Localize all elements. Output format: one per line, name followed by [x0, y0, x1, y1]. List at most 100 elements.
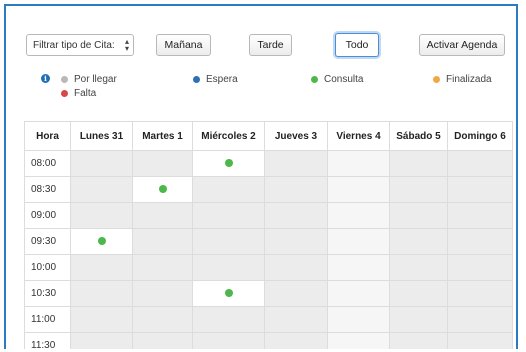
time-cell: 10:00 [24, 254, 71, 281]
calendar-slot[interactable] [327, 202, 390, 229]
select-arrows-icon: ▴ ▾ [124, 37, 129, 53]
appointment-slot[interactable] [70, 228, 133, 255]
calendar-slot[interactable] [264, 202, 328, 229]
weekly-calendar: Hora Lunes 31 Martes 1 Miércoles 2 Jueves 3V… [24, 121, 513, 349]
agenda-panel: Filtrar tipo de Cita: ▴ ▾ Mañana Tarde To… [4, 4, 518, 349]
day-column-header[interactable]: Sábado 5 [389, 121, 448, 151]
calendar-slot[interactable] [192, 306, 265, 333]
calendar-slot[interactable] [192, 202, 265, 229]
calendar-slot[interactable] [70, 254, 133, 281]
calendar-slot[interactable] [264, 150, 328, 177]
calendar-slot[interactable] [70, 202, 133, 229]
calendar-header-row: Hora Lunes 31 Martes 1 Miércoles 2 Jueves 3V… [24, 121, 513, 151]
calendar-slot[interactable] [327, 176, 390, 203]
legend-finalizada: Finalizada [433, 74, 492, 85]
calendar-slot[interactable] [389, 332, 448, 349]
calendar-slot[interactable] [389, 202, 448, 229]
calendar-slot[interactable] [70, 306, 133, 333]
calendar-slot[interactable] [447, 176, 513, 203]
calendar-slot[interactable] [192, 332, 265, 349]
all-button[interactable]: Todo [335, 33, 379, 57]
hour-column-header: Hora [24, 121, 71, 151]
time-row: 10:00 [24, 254, 513, 281]
morning-button[interactable]: Mañana [156, 34, 211, 56]
appointment-slot[interactable] [192, 280, 265, 307]
calendar-slot[interactable] [192, 228, 265, 255]
calendar-slot[interactable] [389, 306, 448, 333]
morning-button-label: Mañana [164, 39, 203, 51]
calendar-slot[interactable] [132, 202, 193, 229]
calendar-slot[interactable] [192, 254, 265, 281]
legend-label: Espera [206, 74, 238, 85]
calendar-slot[interactable] [132, 332, 193, 349]
time-row: 11:00 [24, 306, 513, 333]
day-column-header[interactable]: Lunes 31 [70, 121, 133, 151]
day-column-header[interactable]: Miércoles 2 [192, 121, 265, 151]
calendar-slot[interactable] [327, 332, 390, 349]
calendar-slot[interactable] [389, 280, 448, 307]
time-row: 09:00 [24, 202, 513, 229]
calendar-slot[interactable] [327, 228, 390, 255]
calendar-slot[interactable] [132, 254, 193, 281]
calendar-slot[interactable] [70, 332, 133, 349]
calendar-slot[interactable] [327, 280, 390, 307]
time-row: 08:30 [24, 176, 513, 203]
time-row: 11:30 [24, 332, 513, 349]
calendar-slot[interactable] [264, 228, 328, 255]
calendar-slot[interactable] [132, 306, 193, 333]
calendar-slot[interactable] [132, 280, 193, 307]
day-column-header[interactable]: Viernes 4 [327, 121, 390, 151]
info-icon[interactable]: i [41, 74, 50, 83]
calendar-slot[interactable] [389, 254, 448, 281]
appointment-type-filter[interactable]: Filtrar tipo de Cita: ▴ ▾ [26, 34, 134, 56]
time-row: 09:30 [24, 228, 513, 255]
calendar-slot[interactable] [447, 306, 513, 333]
time-cell: 08:30 [24, 176, 71, 203]
calendar-slot[interactable] [447, 202, 513, 229]
calendar-slot[interactable] [327, 254, 390, 281]
appointment-slot[interactable] [132, 176, 193, 203]
time-row: 08:00 [24, 150, 513, 177]
day-column-header[interactable]: Domingo 6 [447, 121, 513, 151]
legend-label: Finalizada [446, 74, 492, 85]
calendar-slot[interactable] [70, 176, 133, 203]
activate-agenda-button[interactable]: Activar Agenda [419, 34, 505, 56]
calendar-slot[interactable] [447, 280, 513, 307]
all-button-label: Todo [345, 39, 369, 51]
calendar-slot[interactable] [447, 254, 513, 281]
legend-falta: Falta [61, 88, 96, 99]
calendar-slot[interactable] [389, 150, 448, 177]
calendar-slot[interactable] [264, 280, 328, 307]
calendar-slot[interactable] [447, 332, 513, 349]
activate-agenda-button-label: Activar Agenda [426, 39, 498, 51]
appointment-slot[interactable] [192, 150, 265, 177]
calendar-slot[interactable] [192, 176, 265, 203]
appointment-status-dot[interactable] [224, 158, 233, 167]
calendar-slot[interactable] [264, 176, 328, 203]
appointment-status-dot[interactable] [224, 288, 233, 297]
status-dot-icon [193, 76, 200, 83]
appointment-status-dot[interactable] [97, 236, 106, 245]
day-column-header[interactable]: Martes 1 [132, 121, 193, 151]
time-cell: 09:00 [24, 202, 71, 229]
calendar-slot[interactable] [447, 228, 513, 255]
calendar-slot[interactable] [132, 150, 193, 177]
day-column-header[interactable]: Jueves 3 [264, 121, 328, 151]
calendar-slot[interactable] [70, 150, 133, 177]
legend-label: Por llegar [74, 74, 117, 85]
calendar-slot[interactable] [447, 150, 513, 177]
appointment-status-dot[interactable] [158, 184, 167, 193]
appointment-type-filter-value: Filtrar tipo de Cita: [33, 39, 115, 51]
calendar-slot[interactable] [327, 150, 390, 177]
calendar-slot[interactable] [70, 280, 133, 307]
time-cell: 08:00 [24, 150, 71, 177]
afternoon-button[interactable]: Tarde [249, 34, 292, 56]
calendar-slot[interactable] [389, 176, 448, 203]
legend-consulta: Consulta [311, 74, 363, 85]
calendar-slot[interactable] [264, 306, 328, 333]
calendar-slot[interactable] [327, 306, 390, 333]
calendar-slot[interactable] [264, 332, 328, 349]
calendar-slot[interactable] [132, 228, 193, 255]
calendar-slot[interactable] [389, 228, 448, 255]
calendar-slot[interactable] [264, 254, 328, 281]
